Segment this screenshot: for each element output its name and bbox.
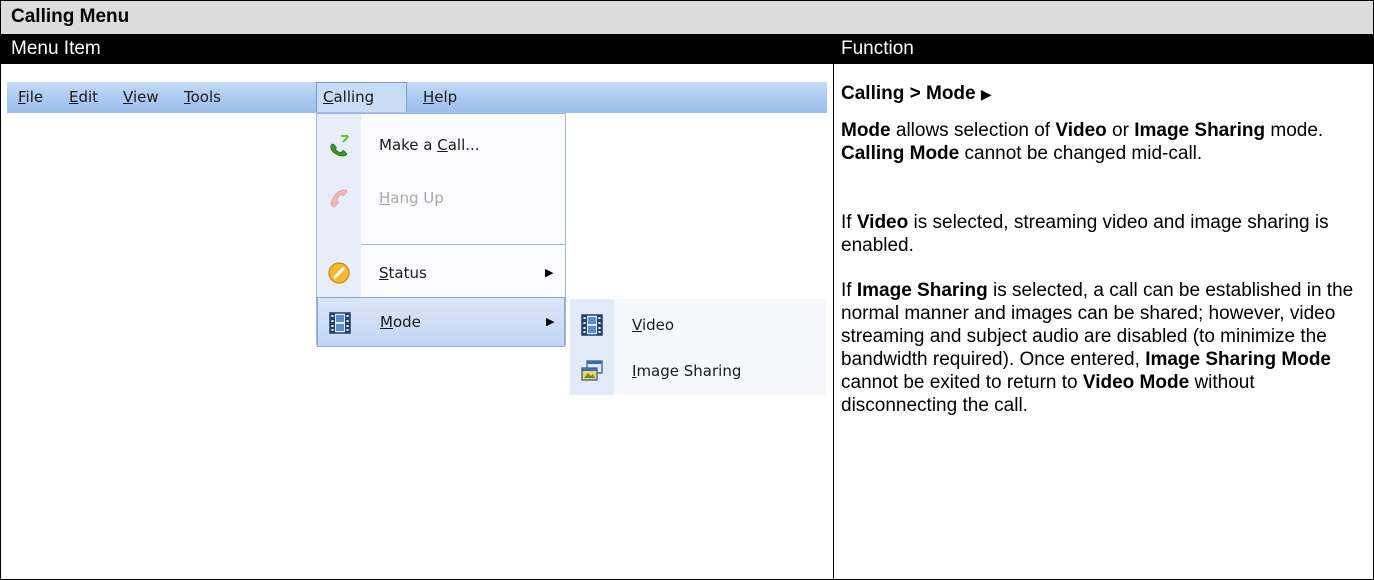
column-header-menu-item: Menu Item bbox=[11, 38, 101, 59]
p1-text-2: or bbox=[1106, 120, 1135, 141]
status-mnemonic: S bbox=[379, 264, 389, 282]
p1-calling-mode: Calling Mode bbox=[841, 143, 960, 164]
calling-dropdown: Make a Call... Hang Up Status ▶ Mode ▶ bbox=[316, 113, 566, 347]
hang-up-item[interactable]: Hang Up bbox=[317, 173, 565, 223]
p1-text-3: mode. bbox=[1265, 120, 1324, 141]
function-paragraph-1: Mode allows selection of Video or Image … bbox=[841, 119, 1369, 165]
function-paragraph-2: If Video is selected, streaming video an… bbox=[841, 211, 1369, 257]
phone-hangup-icon bbox=[330, 189, 348, 208]
menu-file[interactable]: File bbox=[18, 82, 43, 113]
image-sharing-post: mage Sharing bbox=[636, 362, 742, 380]
menu-tools-label: ools bbox=[190, 88, 221, 106]
calling-menu-table: Calling Menu Menu Item Function File Edi… bbox=[0, 0, 1374, 580]
make-a-call-pre: Make a bbox=[379, 136, 438, 154]
video-post: ideo bbox=[641, 316, 675, 334]
menu-separator bbox=[361, 244, 565, 245]
menu-help-mnemonic: H bbox=[423, 88, 435, 106]
table-header-row: Menu Item Function bbox=[1, 35, 1373, 64]
p3-text-3: cannot be exited to return to bbox=[841, 372, 1083, 393]
make-a-call-item[interactable]: Make a Call... bbox=[317, 120, 565, 170]
p1-video: Video bbox=[1055, 120, 1107, 141]
hang-up-mnemonic: H bbox=[379, 189, 391, 207]
film-icon bbox=[329, 312, 351, 334]
menu-help-label: elp bbox=[434, 88, 458, 106]
mode-mnemonic: M bbox=[380, 313, 393, 331]
p2-text-2: is selected, streaming video and image s… bbox=[841, 212, 1329, 256]
menu-tools[interactable]: Tools bbox=[184, 82, 221, 113]
hang-up-post: ang Up bbox=[390, 189, 444, 207]
table-title-row: Calling Menu bbox=[1, 1, 1373, 35]
p1-text-1: allows selection of bbox=[890, 120, 1056, 141]
image-sharing-item[interactable]: Image Sharing bbox=[570, 347, 826, 395]
make-a-call-mnemonic: C bbox=[437, 136, 448, 154]
menu-file-label: ile bbox=[25, 88, 44, 106]
submenu-arrow-icon: ▶ bbox=[980, 86, 992, 102]
p1-image-sharing: Image Sharing bbox=[1134, 120, 1266, 141]
menu-view[interactable]: View bbox=[123, 82, 159, 113]
status-icon bbox=[328, 262, 350, 284]
mode-post: ode bbox=[392, 313, 421, 331]
status-post: tatus bbox=[388, 264, 427, 282]
p2-text-1: If bbox=[841, 212, 857, 233]
submenu-arrow-icon: ▶ bbox=[545, 267, 554, 279]
column-divider bbox=[833, 64, 834, 579]
menu-tools-mnemonic: T bbox=[184, 88, 191, 106]
submenu-arrow-icon: ▶ bbox=[546, 316, 555, 328]
p3-text-1: If bbox=[841, 280, 857, 301]
mode-item[interactable]: Mode ▶ bbox=[317, 297, 565, 347]
menu-calling-label: alling bbox=[333, 88, 375, 106]
status-label: Status bbox=[379, 248, 427, 298]
p3-image-sharing: Image Sharing bbox=[856, 280, 988, 301]
menu-help[interactable]: Help bbox=[423, 82, 457, 113]
menu-bar: File Edit View Tools Calling Help bbox=[7, 82, 827, 113]
menu-calling-mnemonic: C bbox=[323, 88, 334, 106]
image-sharing-icon bbox=[581, 360, 603, 381]
table-title: Calling Menu bbox=[11, 6, 130, 27]
menu-file-mnemonic: F bbox=[18, 88, 26, 106]
p3-image-sharing-mode: Image Sharing Mode bbox=[1145, 349, 1331, 370]
column-header-function: Function bbox=[841, 38, 914, 59]
menu-view-mnemonic: V bbox=[123, 88, 133, 106]
film-icon bbox=[581, 314, 603, 336]
p1-text-4: cannot be changed mid-call. bbox=[959, 143, 1203, 164]
p3-video-mode: Video Mode bbox=[1082, 372, 1190, 393]
status-item[interactable]: Status ▶ bbox=[317, 248, 565, 298]
phone-green-icon bbox=[330, 135, 349, 157]
make-a-call-label: Make a Call... bbox=[379, 120, 480, 170]
image-sharing-label: Image Sharing bbox=[632, 347, 741, 395]
mode-label: Mode bbox=[380, 297, 421, 347]
video-mnemonic: V bbox=[632, 316, 642, 334]
p1-mode: Mode bbox=[841, 120, 891, 141]
menu-edit-label: dit bbox=[78, 88, 99, 106]
mode-submenu: Video Image Sharing bbox=[570, 299, 826, 395]
video-label: Video bbox=[632, 301, 674, 349]
hang-up-label: Hang Up bbox=[379, 173, 444, 223]
menu-view-label: iew bbox=[132, 88, 159, 106]
p2-video: Video bbox=[856, 212, 909, 233]
function-heading: Calling > Mode ▶ bbox=[841, 82, 1369, 106]
make-a-call-post: all... bbox=[447, 136, 480, 154]
menu-calling[interactable]: Calling bbox=[316, 82, 407, 112]
video-item[interactable]: Video bbox=[570, 301, 826, 349]
menu-edit[interactable]: Edit bbox=[69, 82, 98, 113]
function-heading-text: Calling > Mode bbox=[841, 83, 976, 104]
function-paragraph-3: If Image Sharing is selected, a call can… bbox=[841, 279, 1369, 417]
